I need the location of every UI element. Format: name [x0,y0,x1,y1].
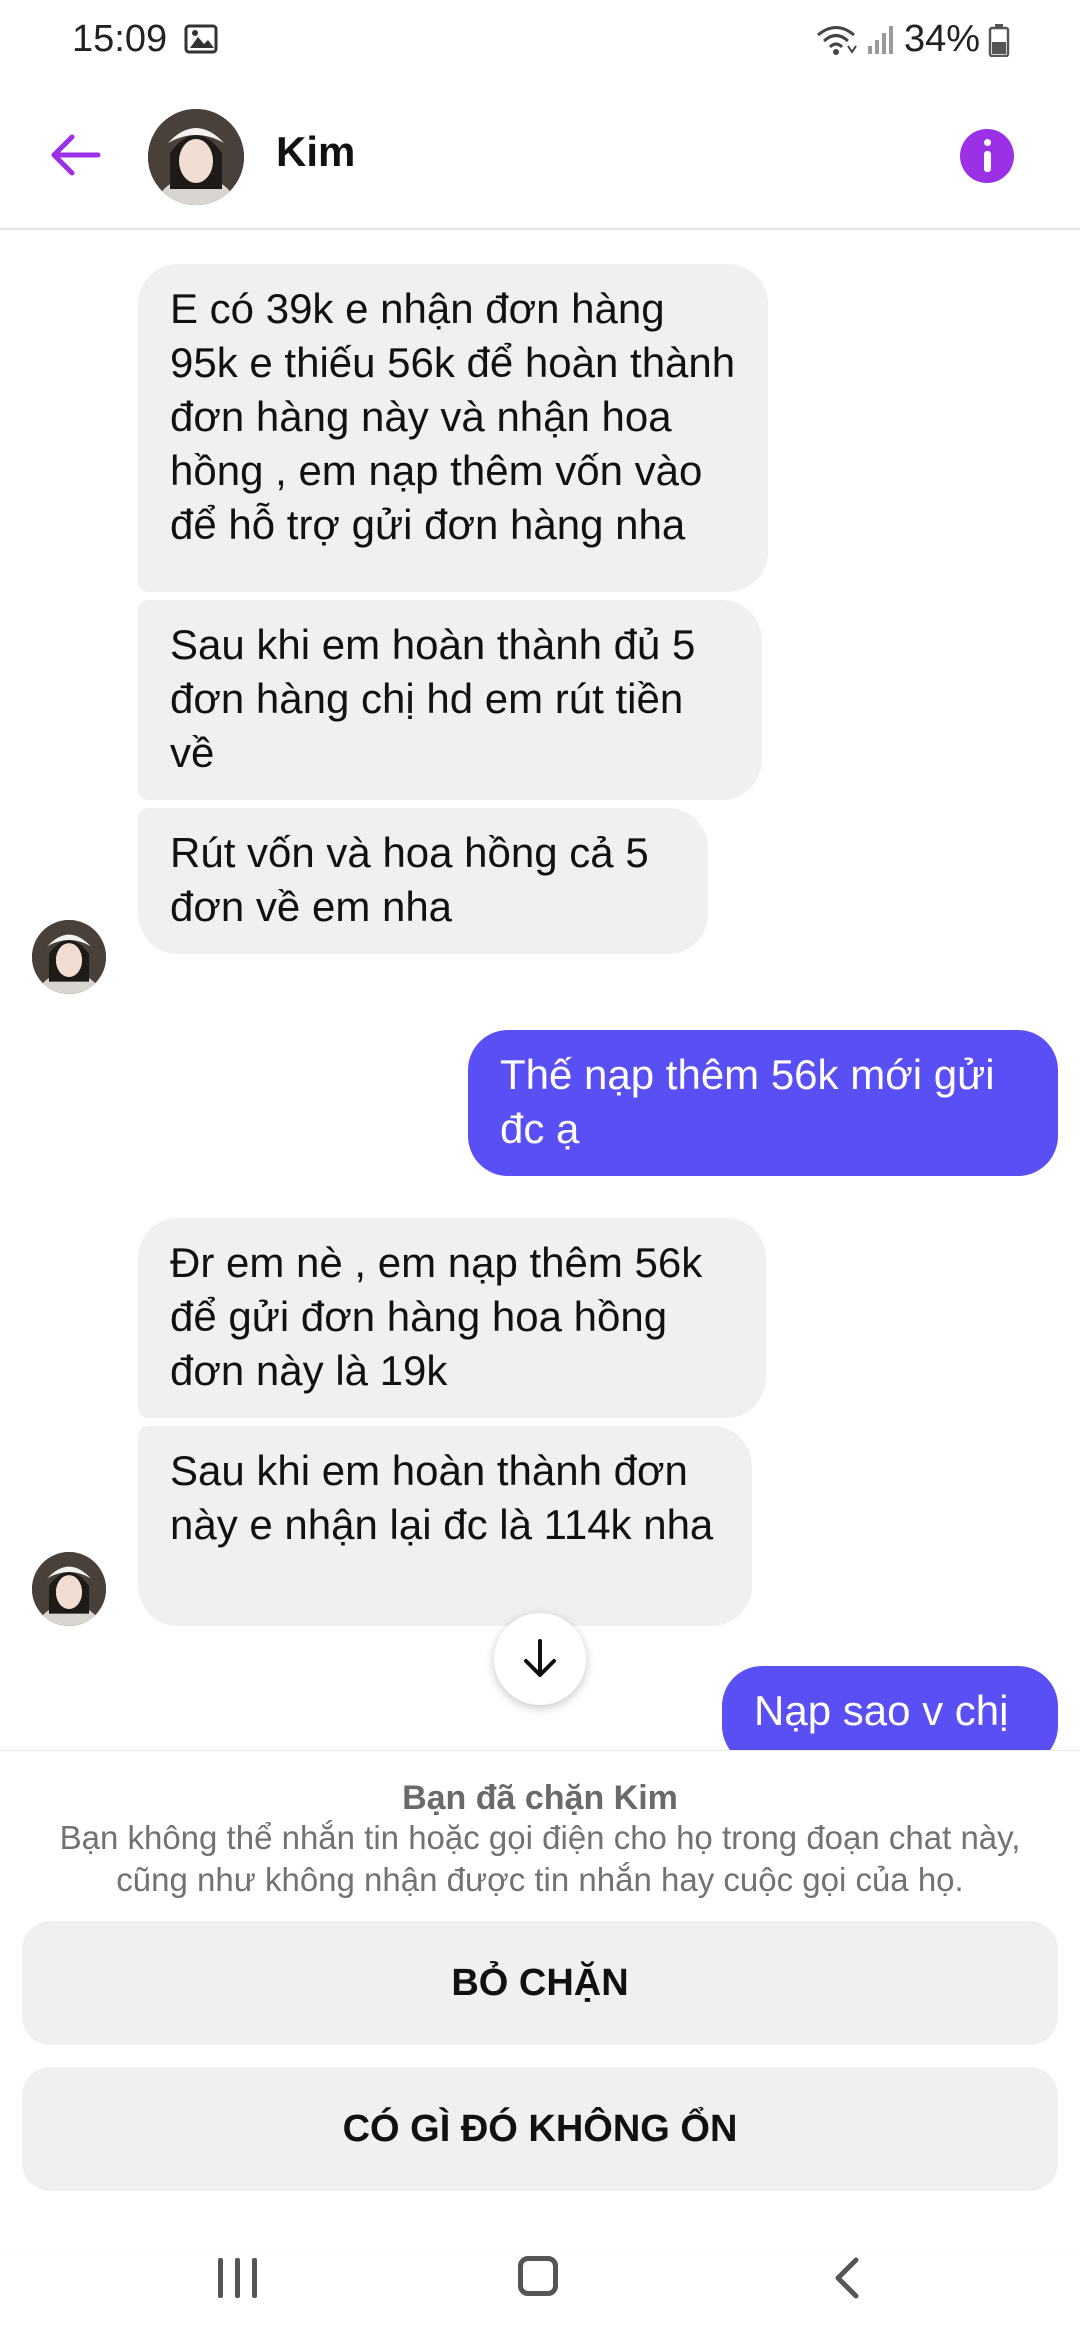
message-bubble-incoming[interactable]: E có 39k e nhận đơn hàng 95k e thiếu 56k… [138,264,768,592]
back-button[interactable] [40,120,110,190]
message-bubble-incoming[interactable]: Sau khi em hoàn thành đủ 5 đơn hàng chị … [138,600,762,800]
message-bubble-incoming[interactable]: Sau khi em hoàn thành đơn này e nhận lại… [138,1426,752,1626]
blocked-title: Bạn đã chặn Kim [402,1779,678,1817]
message-bubble-outgoing[interactable]: Thế nạp thêm 56k mới gửi đc ạ [468,1030,1058,1176]
recents-icon[interactable] [218,2258,258,2298]
arrow-down-icon [524,1639,556,1677]
message-bubble-outgoing[interactable]: Nạp sao v chị [722,1666,1058,1750]
status-indicators: 34% [814,18,1010,61]
info-button[interactable] [960,129,1014,183]
battery-percent: 34% [903,18,980,60]
unblock-button[interactable]: BỎ CHẶN [22,1921,1058,2045]
gallery-icon [184,24,218,54]
contact-avatar[interactable] [148,109,244,205]
blocked-panel: Bạn đã chặn Kim Bạn không thể nhắn tin h… [0,1750,1080,2251]
contact-avatar-small [32,1552,106,1626]
system-nav-bar [0,2230,1080,2340]
battery-icon [988,23,1010,57]
back-icon[interactable] [826,2256,870,2300]
wifi-icon [814,22,858,58]
status-time: 15:09 [72,18,168,60]
signal-icon [866,24,896,56]
status-bar: 15:09 34% [0,0,1080,84]
blocked-description: Bạn không thể nhắn tin hoặc gọi điện cho… [59,1819,1021,1898]
scroll-to-bottom-button[interactable] [494,1613,586,1705]
message-bubble-incoming[interactable]: Đr em nè , em nạp thêm 56k để gửi đơn hà… [138,1218,766,1418]
contact-name[interactable]: Kim [276,128,355,176]
home-icon[interactable] [518,2256,558,2296]
message-bubble-incoming[interactable]: Rút vốn và hoa hồng cả 5 đơn về em nha [138,808,708,954]
arrow-left-icon [51,134,101,176]
message-list[interactable]: E có 39k e nhận đơn hàng 95k e thiếu 56k… [0,230,1080,1750]
chat-header: Kim [0,84,1080,230]
report-problem-button[interactable]: CÓ GÌ ĐÓ KHÔNG ỔN [22,2067,1058,2191]
contact-avatar-small [32,920,106,994]
